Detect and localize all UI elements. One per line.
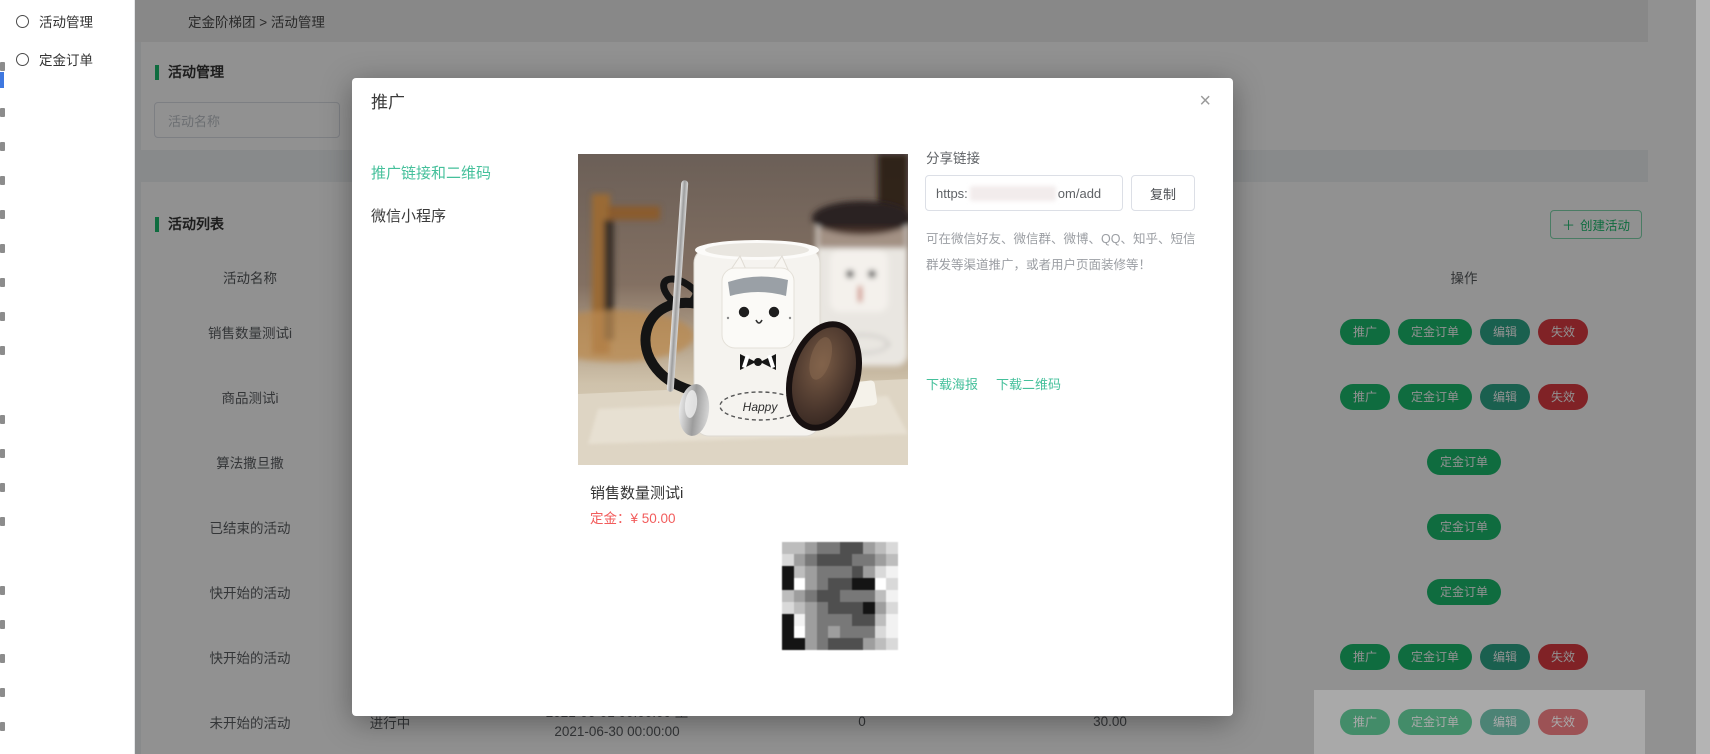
copy-button[interactable]: 复制 (1131, 175, 1195, 211)
deposit-price: ¥ 50.00 (631, 511, 676, 526)
collapsed-menu-fragment (0, 483, 5, 492)
collapsed-menu-fragment (0, 517, 5, 526)
collapsed-menu-fragment (0, 722, 5, 731)
collapsed-menu-fragment (0, 415, 5, 424)
collapsed-menu-fragment (0, 620, 5, 629)
sidebar-item-label: 活动管理 (39, 11, 93, 31)
collapsed-menu-fragment (0, 688, 5, 697)
collapsed-menu-fragment (0, 142, 5, 151)
collapsed-menu-fragment (0, 346, 5, 355)
collapsed-menu-fragment (0, 176, 5, 185)
collapsed-active-indicator (0, 72, 4, 88)
modal-nav-link-and-qrcode[interactable]: 推广链接和二维码 (371, 162, 491, 183)
sidebar-item-activity-mgmt[interactable]: 活动管理 (8, 6, 134, 36)
download-links: 下载海报 下载二维码 (926, 374, 1061, 393)
close-icon[interactable]: × (1199, 91, 1211, 111)
collapsed-menu-fragment (0, 654, 5, 663)
collapsed-menu-fragment (0, 586, 5, 595)
sidebar-item-deposit-orders[interactable]: 定金订单 (8, 44, 134, 74)
product-name: 销售数量测试i (590, 482, 683, 503)
deposit-label: 定金： (590, 511, 631, 526)
modal-title: 推广 (371, 88, 405, 113)
collapsed-menu-strip[interactable] (0, 0, 8, 754)
product-photo: Happy (578, 154, 908, 465)
download-poster-link[interactable]: 下载海报 (926, 374, 978, 393)
app-screen: 活动管理定金订单 定金阶梯团 > 活动管理 活动管理 活动名称 活动列表 ＋ 创… (0, 0, 1710, 754)
collapsed-menu-fragment (0, 449, 5, 458)
link-prefix: https: (936, 186, 968, 201)
download-qrcode-link[interactable]: 下载二维码 (996, 374, 1061, 393)
collapsed-menu-fragment (0, 244, 5, 253)
share-tip-text: 可在微信好友、微信群、微博、QQ、知乎、短信群发等渠道推广，或者用户页面装修等！ (926, 226, 1198, 278)
row-hover-highlight (1314, 690, 1645, 754)
radio-circle-icon (16, 53, 29, 66)
collapsed-menu-fragment (0, 312, 5, 321)
collapsed-menu-fragment (0, 210, 5, 219)
promotion-modal: 推广 × 推广链接和二维码微信小程序 (352, 78, 1233, 716)
modal-nav-wechat-miniprogram[interactable]: 微信小程序 (371, 205, 446, 226)
link-redacted-blur (970, 186, 1056, 201)
share-link-input[interactable]: https: om/add (925, 175, 1123, 211)
qr-code (782, 542, 898, 650)
share-link-label: 分享链接 (926, 147, 980, 167)
sidebar-item-label: 定金订单 (39, 49, 93, 69)
collapsed-menu-fragment (0, 278, 5, 287)
radio-circle-icon (16, 15, 29, 28)
link-suffix: om/add (1058, 186, 1101, 201)
sidebar: 活动管理定金订单 (8, 0, 135, 754)
collapsed-menu-fragment (0, 62, 5, 71)
scrollbar[interactable] (1696, 0, 1710, 754)
collapsed-menu-fragment (0, 108, 5, 117)
svg-text:Happy: Happy (743, 400, 779, 414)
product-deposit-price: 定金：¥ 50.00 (590, 507, 676, 527)
